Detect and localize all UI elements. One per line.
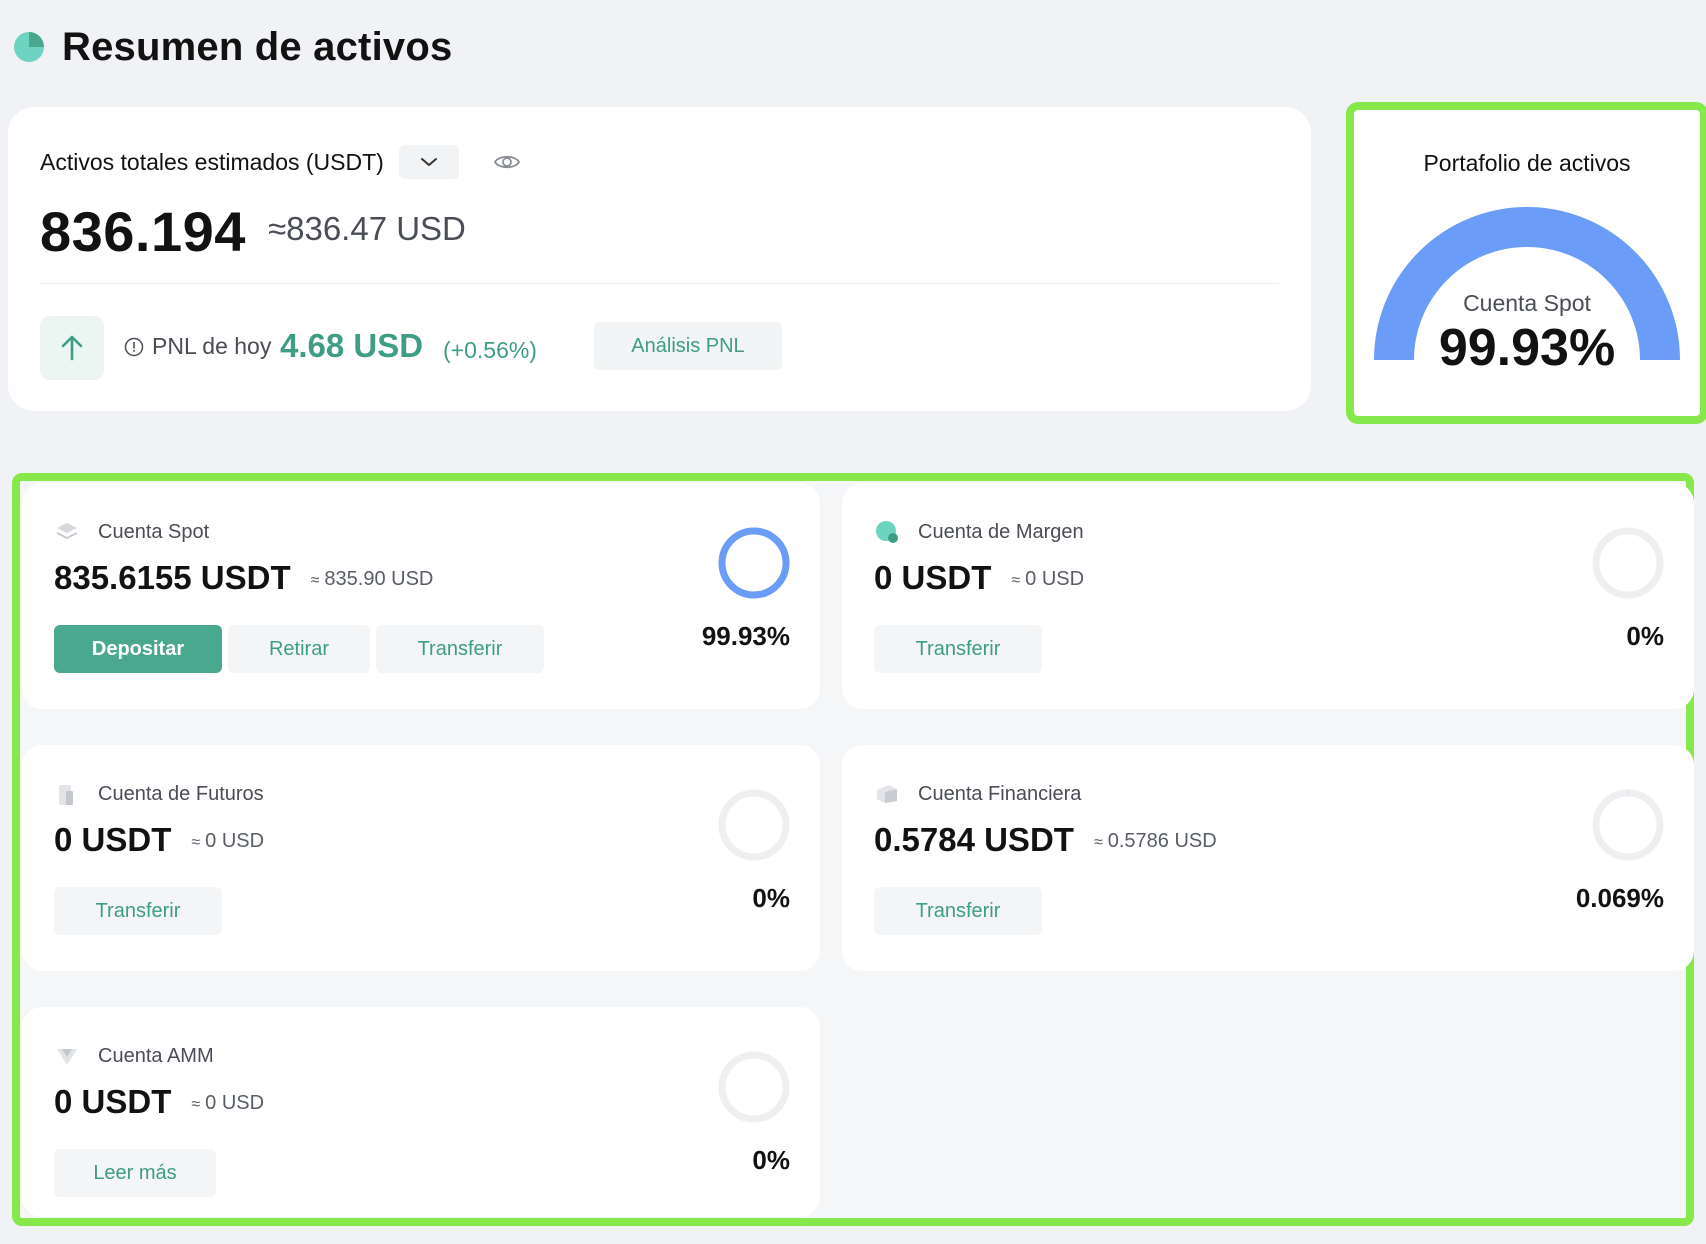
account-balance: 0 USDT ≈0 USD bbox=[874, 559, 1084, 597]
account-header: Cuenta de Margen bbox=[874, 519, 1084, 545]
portfolio-title: Portafolio de activos bbox=[1423, 150, 1631, 176]
account-balance: 0 USDT ≈0 USD bbox=[54, 1083, 264, 1121]
transfer-button[interactable]: Transferir bbox=[54, 887, 222, 935]
ring-track bbox=[718, 1051, 790, 1123]
account-balance-value: 0 USDT bbox=[874, 559, 992, 596]
account-share-ring bbox=[1592, 789, 1664, 861]
account-share-ring bbox=[718, 789, 790, 861]
account-usd: ≈835.90 USD bbox=[311, 568, 434, 590]
account-name: Cuenta de Futuros bbox=[98, 782, 264, 805]
toggle-visibility-button[interactable] bbox=[492, 147, 522, 177]
eye-icon bbox=[493, 155, 520, 169]
withdraw-button[interactable]: Retirar bbox=[228, 625, 370, 673]
transfer-button[interactable]: Transferir bbox=[874, 887, 1042, 935]
total-assets-value: 836.194 bbox=[40, 200, 246, 263]
approx-sign: ≈ bbox=[1093, 834, 1103, 851]
amm-icon bbox=[57, 1049, 77, 1065]
account-card-margin: Cuenta de Margen 0 USDT ≈0 USD Transferir… bbox=[842, 483, 1694, 709]
account-name: Cuenta de Margen bbox=[918, 520, 1084, 543]
account-usd-value: 0 USD bbox=[205, 1092, 265, 1114]
account-balance-value: 835.6155 USDT bbox=[54, 559, 291, 596]
account-actions: Transferir bbox=[874, 887, 1042, 935]
pnl-trend-button[interactable] bbox=[40, 316, 104, 380]
arrow-up-icon bbox=[61, 335, 83, 361]
account-actions: Depositar Retirar Transferir bbox=[54, 625, 544, 673]
account-name: Cuenta AMM bbox=[98, 1044, 214, 1067]
approx-sign: ≈ bbox=[191, 834, 201, 851]
read-more-button[interactable]: Leer más bbox=[54, 1149, 216, 1197]
account-card-financial: Cuenta Financiera 0.5784 USDT ≈0.5786 USD… bbox=[842, 745, 1694, 971]
account-share-ring bbox=[718, 1051, 790, 1123]
info-icon[interactable] bbox=[124, 337, 144, 357]
divider bbox=[40, 283, 1279, 284]
total-assets-label-row: Activos totales estimados (USDT) bbox=[40, 145, 522, 179]
approx-sign: ≈ bbox=[310, 572, 320, 589]
account-share-ring bbox=[718, 527, 790, 599]
total-assets-label: Activos totales estimados (USDT) bbox=[40, 148, 384, 175]
transfer-button[interactable]: Transferir bbox=[376, 625, 544, 673]
account-header: Cuenta de Futuros bbox=[54, 781, 264, 807]
ring-track bbox=[718, 789, 790, 861]
account-usd: ≈0 USD bbox=[1011, 568, 1084, 590]
asset-portfolio-card: Portafolio de activos Cuenta Spot 99.93% bbox=[1346, 102, 1706, 424]
gauge-percentage: 99.93% bbox=[1438, 319, 1616, 377]
account-actions: Transferir bbox=[54, 887, 222, 935]
account-actions: Leer más bbox=[54, 1149, 216, 1197]
account-balance: 0.5784 USDT ≈0.5786 USD bbox=[874, 821, 1217, 859]
page-header: Resumen de activos bbox=[12, 22, 452, 72]
margin-icon bbox=[876, 521, 898, 543]
account-balance-value: 0 USDT bbox=[54, 1083, 172, 1120]
accounts-grid: Cuenta Spot 835.6155 USDT ≈835.90 USD Dep… bbox=[12, 473, 1694, 1226]
pnl-percentage: (+0.56%) bbox=[443, 337, 537, 363]
pnl-info: PNL de hoy bbox=[124, 333, 271, 360]
account-balance: 0 USDT ≈0 USD bbox=[54, 821, 264, 859]
currency-dropdown[interactable] bbox=[398, 145, 459, 179]
account-usd: ≈0 USD bbox=[191, 830, 264, 852]
pnl-analysis-button[interactable]: Análisis PNL bbox=[594, 322, 782, 370]
account-name: Cuenta Financiera bbox=[918, 782, 1082, 805]
account-usd-value: 835.90 USD bbox=[324, 568, 434, 590]
chevron-down-icon bbox=[420, 158, 437, 166]
layers-icon bbox=[57, 523, 77, 539]
account-usd-value: 0.5786 USD bbox=[1107, 830, 1217, 852]
total-assets-usd: ≈836.47 USD bbox=[268, 210, 466, 247]
ring-track bbox=[1592, 527, 1664, 599]
deposit-button[interactable]: Depositar bbox=[54, 625, 222, 673]
pnl-label: PNL de hoy bbox=[152, 333, 272, 359]
gauge-account-label: Cuenta Spot bbox=[1463, 290, 1591, 316]
wallet-icon bbox=[877, 785, 897, 803]
account-usd-value: 0 USD bbox=[205, 830, 265, 852]
total-assets-card: Activos totales estimados (USDT) 836.194… bbox=[8, 107, 1311, 411]
account-share-ring bbox=[1592, 527, 1664, 599]
account-header: Cuenta AMM bbox=[54, 1043, 214, 1069]
account-usd: ≈0 USD bbox=[191, 1092, 264, 1114]
account-balance: 835.6155 USDT ≈835.90 USD bbox=[54, 559, 433, 597]
account-percentage: 99.93% bbox=[701, 621, 790, 651]
account-card-futures: Cuenta de Futuros 0 USDT ≈0 USD Transferi… bbox=[22, 745, 820, 971]
account-card-spot: Cuenta Spot 835.6155 USDT ≈835.90 USD Dep… bbox=[22, 483, 820, 709]
transfer-button[interactable]: Transferir bbox=[874, 625, 1042, 673]
account-actions: Transferir bbox=[874, 625, 1042, 673]
page-title: Resumen de activos bbox=[62, 24, 453, 69]
pie-chart-icon bbox=[14, 32, 44, 62]
account-percentage: 0% bbox=[752, 1145, 790, 1175]
ring-track bbox=[1592, 789, 1664, 861]
account-balance-value: 0.5784 USDT bbox=[874, 821, 1074, 858]
account-percentage: 0.069% bbox=[1575, 883, 1664, 913]
ring-fill bbox=[718, 527, 790, 599]
futures-icon bbox=[59, 785, 73, 805]
account-header: Cuenta Financiera bbox=[874, 781, 1081, 807]
account-percentage: 0% bbox=[1626, 621, 1664, 651]
account-name: Cuenta Spot bbox=[98, 520, 210, 543]
account-card-amm: Cuenta AMM 0 USDT ≈0 USD Leer más 0% bbox=[22, 1007, 820, 1217]
approx-sign: ≈ bbox=[191, 1096, 201, 1113]
account-usd: ≈0.5786 USD bbox=[1094, 830, 1217, 852]
account-header: Cuenta Spot bbox=[54, 519, 209, 545]
account-usd-value: 0 USD bbox=[1025, 568, 1085, 590]
account-percentage: 0% bbox=[752, 883, 790, 913]
pnl-value: 4.68 USD bbox=[280, 327, 424, 364]
account-balance-value: 0 USDT bbox=[54, 821, 172, 858]
approx-sign: ≈ bbox=[1011, 572, 1021, 589]
